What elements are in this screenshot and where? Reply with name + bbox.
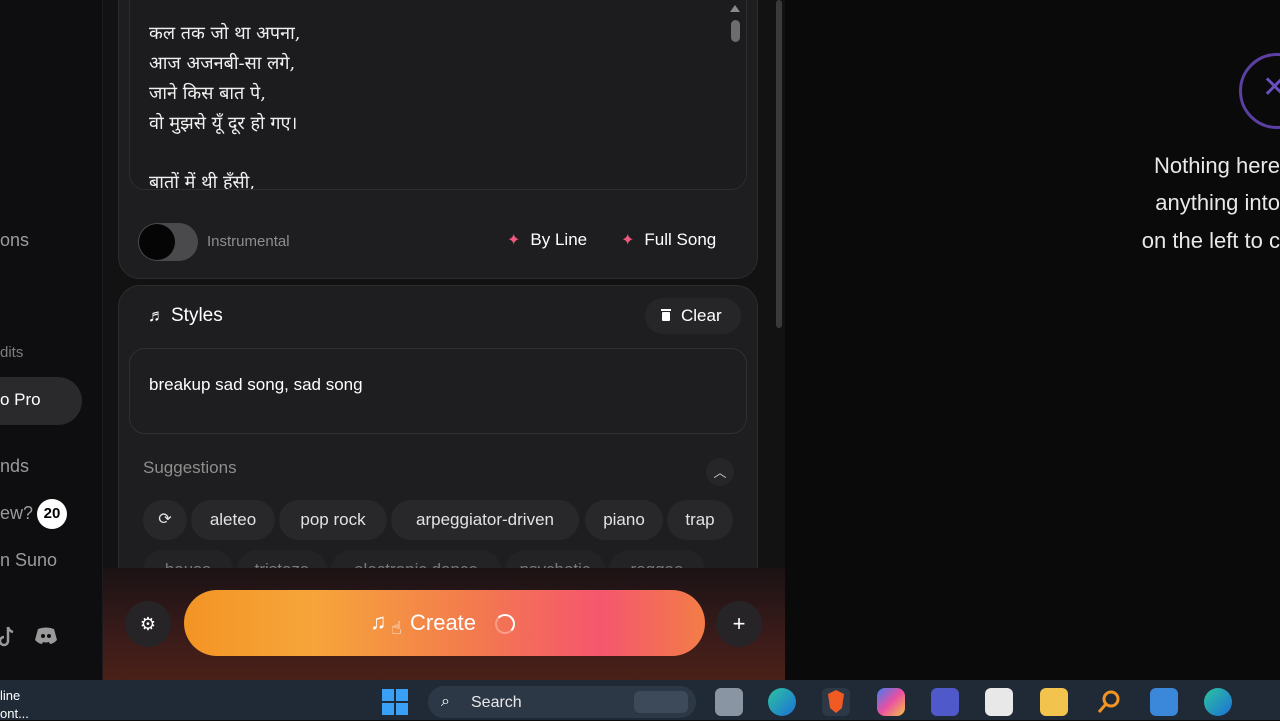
lyric-line: आज अजनबी-सा लगे, <box>149 53 296 74</box>
styles-title: Styles <box>171 305 223 326</box>
loading-spinner-icon <box>495 614 515 634</box>
create-panel: कल तक जो था अपना, आज अजनबी-सा लगे, जाने … <box>103 0 785 680</box>
gear-icon: ⚙ <box>139 614 157 634</box>
sidebar-item-about-suno[interactable]: n Suno <box>0 550 57 571</box>
suggestion-chip[interactable]: aleteo <box>191 500 275 540</box>
plus-icon: + <box>732 611 746 636</box>
suggestions-label: Suggestions <box>143 458 237 477</box>
empty-state-line: Nothing here <box>1154 153 1280 178</box>
lyric-line: बातों में थी हँसी, <box>149 172 256 190</box>
upgrade-pro-button[interactable]: o Pro <box>0 377 82 425</box>
full-song-button[interactable]: ✦ Full Song <box>621 230 716 250</box>
taskbar-news-line2[interactable]: ont... <box>0 706 29 721</box>
settings-button[interactable]: ⚙ <box>125 601 171 647</box>
full-song-label: Full Song <box>644 230 717 249</box>
task-view-icon[interactable] <box>715 688 743 716</box>
refresh-icon: ⟳ <box>158 511 172 528</box>
clear-label: Clear <box>681 306 722 325</box>
lyrics-scrollbar[interactable] <box>730 5 740 189</box>
styles-input[interactable]: breakup sad song, sad song <box>129 348 747 434</box>
add-button[interactable]: + <box>716 601 762 647</box>
by-line-label: By Line <box>530 230 588 249</box>
lyric-line: वो मुझसे यूँ दूर हो गए। <box>149 113 298 134</box>
taskbar-search[interactable]: ⌕ Search <box>428 686 696 718</box>
sidebar: ons dits o Pro nds ew? 20 n Suno <box>0 0 103 680</box>
empty-state-line: on the left to c <box>1141 228 1280 253</box>
edge-browser-icon[interactable] <box>768 688 796 716</box>
panel-scroll-thumb[interactable] <box>776 0 782 328</box>
taskbar: line ont... ⌕ Search <box>0 680 1280 721</box>
file-explorer-icon[interactable] <box>1040 688 1068 716</box>
empty-state-icon: ✕ <box>1239 53 1280 129</box>
suggestion-chip[interactable]: piano <box>585 500 663 540</box>
copilot-icon[interactable] <box>877 688 905 716</box>
scroll-up-arrow-icon[interactable] <box>730 5 740 12</box>
suggestion-chip[interactable]: trap <box>667 500 733 540</box>
search-highlight-icon <box>634 691 688 713</box>
song-list-panel: ✕ Nothing here anything into on the left… <box>786 0 1280 680</box>
refresh-suggestions-button[interactable]: ⟳ <box>143 500 187 540</box>
suggestion-chip[interactable]: pop rock <box>279 500 387 540</box>
music-note-icon: ♬ <box>148 306 165 325</box>
create-button[interactable]: ♫ Create ☝ <box>184 590 705 656</box>
create-label: Create <box>410 610 477 635</box>
instrumental-label: Instrumental <box>207 233 290 250</box>
microsoft-store-icon[interactable] <box>985 688 1013 716</box>
by-line-button[interactable]: ✦ By Line <box>507 230 587 250</box>
suggestion-chip[interactable]: arpeggiator-driven <box>391 500 579 540</box>
upgrade-pro-label: o Pro <box>0 390 41 409</box>
styles-heading: ♬ Styles <box>148 305 223 327</box>
tiktok-icon[interactable] <box>0 626 14 654</box>
windows-start-icon[interactable] <box>381 688 409 716</box>
music-note-icon: ♫ <box>370 609 387 634</box>
empty-state-line: anything into <box>1155 190 1280 215</box>
search-icon: ⌕ <box>441 693 450 710</box>
teams-icon[interactable] <box>931 688 959 716</box>
sidebar-item-whats-new[interactable]: ew? <box>0 503 33 524</box>
styles-input-value: breakup sad song, sad song <box>149 375 363 394</box>
sparkle-icon: ✦ <box>621 232 635 249</box>
sidebar-item-notifications[interactable]: ons <box>0 230 29 251</box>
create-bar: ⚙ ♫ Create ☝ + <box>103 568 785 680</box>
lyric-line: जाने किस बात पे, <box>149 83 266 104</box>
notepad-icon[interactable] <box>1150 688 1178 716</box>
taskbar-news-line1[interactable]: line <box>0 688 20 703</box>
chevron-up-icon[interactable]: ︿ <box>706 458 734 486</box>
lyrics-textarea[interactable]: कल तक जो था अपना, आज अजनबी-सा लगे, जाने … <box>129 0 747 190</box>
scroll-thumb[interactable] <box>731 20 740 42</box>
lyric-line: कल तक जो था अपना, <box>149 23 301 44</box>
panel-scrollbar[interactable] <box>774 0 784 570</box>
sidebar-item-credits: dits <box>0 344 24 361</box>
brave-browser-icon[interactable] <box>822 688 850 716</box>
toggle-knob <box>139 224 175 260</box>
edge-dev-icon[interactable] <box>1204 688 1232 716</box>
discord-icon[interactable] <box>34 626 58 652</box>
instrumental-toggle[interactable] <box>138 223 198 261</box>
hand-cursor-icon: ☝ <box>391 618 402 638</box>
search-app-icon[interactable] <box>1095 688 1123 716</box>
clear-button[interactable]: Clear <box>645 298 741 334</box>
search-label: Search <box>471 694 522 711</box>
close-circle-icon: ✕ <box>1262 71 1280 104</box>
whats-new-count-badge: 20 <box>37 499 67 529</box>
sparkle-icon: ✦ <box>507 232 521 249</box>
trash-icon <box>661 309 671 321</box>
sidebar-item-trends[interactable]: nds <box>0 456 29 477</box>
